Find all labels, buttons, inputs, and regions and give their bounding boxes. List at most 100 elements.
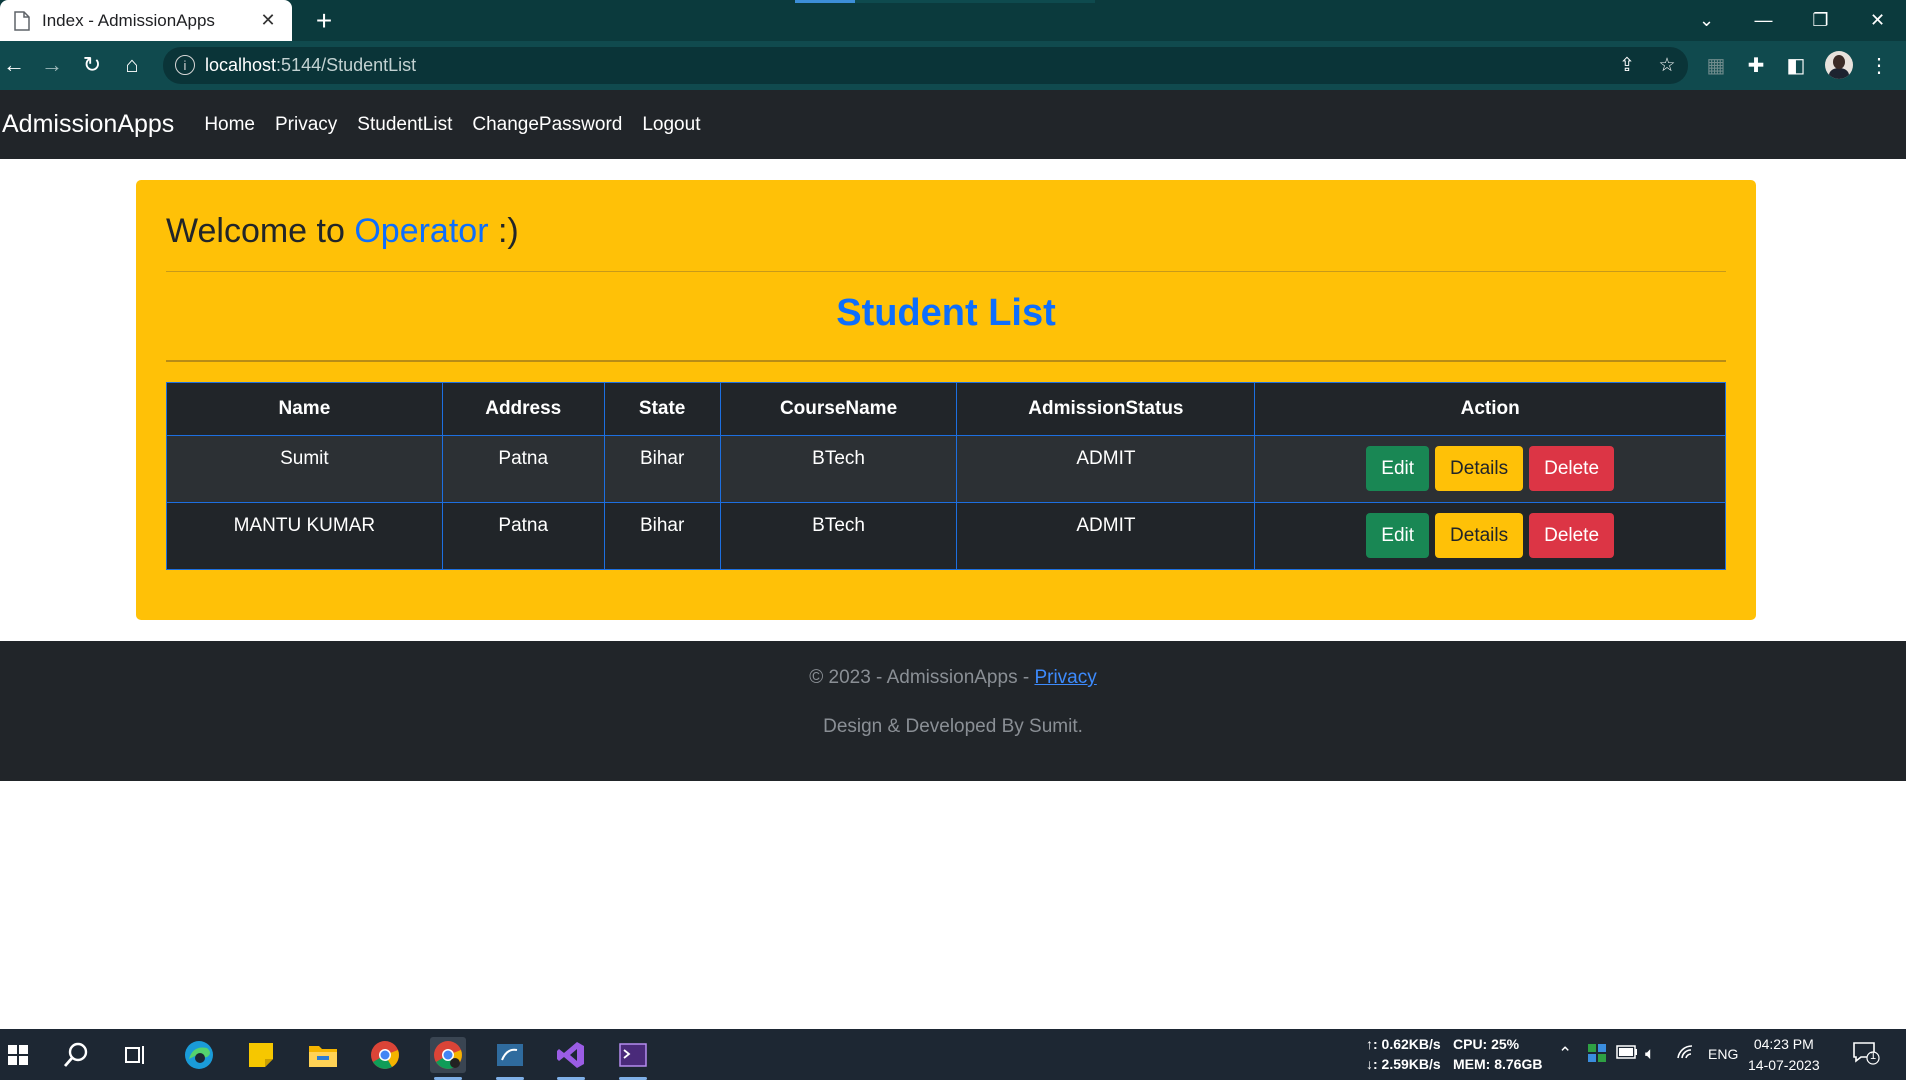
nav-changepassword[interactable]: ChangePassword	[472, 114, 622, 136]
cell-actions: Edit Details Delete	[1254, 435, 1726, 503]
delete-button[interactable]: Delete	[1529, 446, 1615, 491]
cell-course: BTech	[719, 435, 958, 503]
browser-tab[interactable]: Index - AdmissionApps ✕	[0, 0, 292, 41]
reload-icon[interactable]: ↻	[78, 51, 106, 79]
clock-time: 04:23 PM	[1753, 1036, 1814, 1052]
network-speed: ↑: 0.62KB/s ↓: 2.59KB/s	[1366, 1034, 1441, 1074]
page-footer: © 2023 - AdmissionApps - Privacy Design …	[0, 641, 1906, 781]
url-path: :5144/StudentList	[276, 55, 417, 75]
header-action: Action	[1254, 382, 1726, 436]
nav-links: Home Privacy StudentList ChangePassword …	[204, 114, 720, 136]
nav-home[interactable]: Home	[204, 114, 255, 136]
system-stats: CPU: 25% MEM: 8.76GB	[1453, 1034, 1542, 1074]
system-clock[interactable]: 04:23 PM 14-07-2023	[1748, 1034, 1820, 1076]
sql-server-icon[interactable]	[492, 1037, 528, 1080]
nav-studentlist[interactable]: StudentList	[357, 114, 452, 136]
side-panel-icon[interactable]: ◧	[1782, 51, 1810, 79]
cell-status: ADMIT	[956, 435, 1256, 503]
close-icon[interactable]: ✕	[254, 7, 282, 35]
divider	[166, 271, 1726, 272]
cell-status: ADMIT	[956, 502, 1256, 570]
back-icon[interactable]: ←	[0, 51, 28, 79]
sticky-notes-icon[interactable]	[243, 1037, 279, 1073]
cell-name: Sumit	[166, 435, 443, 503]
terminal-icon[interactable]	[615, 1037, 651, 1080]
edit-button[interactable]: Edit	[1366, 513, 1430, 558]
details-button[interactable]: Details	[1435, 446, 1524, 491]
window-close-icon[interactable]: ✕	[1849, 10, 1906, 31]
welcome-prefix: Welcome to	[166, 212, 345, 250]
footer-privacy-link[interactable]: Privacy	[1034, 667, 1096, 688]
table-row: MANTU KUMAR Patna Bihar BTech ADMIT Edit…	[166, 502, 1726, 570]
home-icon[interactable]: ⌂	[118, 51, 146, 79]
edge-icon[interactable]	[181, 1037, 217, 1073]
divider	[166, 360, 1726, 362]
details-button[interactable]: Details	[1435, 513, 1524, 558]
window-controls: ⌄ — ❐ ✕	[1678, 0, 1906, 41]
forward-icon[interactable]: →	[38, 51, 66, 79]
share-icon[interactable]: ⇪	[1615, 54, 1639, 78]
cell-actions: Edit Details Delete	[1254, 502, 1726, 570]
tab-search-icon[interactable]: ⌄	[1678, 10, 1735, 31]
table-header-row: Name Address State CourseName AdmissionS…	[166, 382, 1726, 436]
tab-title: Index - AdmissionApps	[42, 10, 215, 30]
nav-logout[interactable]: Logout	[642, 114, 700, 136]
clock-date: 14-07-2023	[1748, 1057, 1820, 1073]
windows-taskbar: ↑: 0.62KB/s ↓: 2.59KB/s CPU: 25% MEM: 8.…	[0, 1029, 1906, 1080]
visual-studio-icon[interactable]	[553, 1037, 589, 1080]
puzzle-icon[interactable]: ✚	[1742, 51, 1770, 79]
header-admissionstatus: AdmissionStatus	[956, 382, 1256, 436]
bookmark-star-icon[interactable]: ☆	[1655, 54, 1679, 78]
student-list-card: Welcome to Operator :) Student List Name…	[136, 180, 1756, 620]
header-address: Address	[441, 382, 605, 436]
browser-toolbar: ← → ↻ ⌂ i localhost:5144/StudentList ⇪ ☆…	[0, 41, 1906, 90]
file-explorer-icon[interactable]	[305, 1037, 341, 1073]
site-info-icon[interactable]: i	[175, 55, 195, 75]
header-coursename: CourseName	[719, 382, 958, 436]
address-bar[interactable]: i localhost:5144/StudentList ⇪ ☆	[163, 47, 1688, 84]
minimize-icon[interactable]: —	[1735, 10, 1792, 31]
chrome-profile-icon[interactable]	[430, 1037, 466, 1080]
footer-credit: Design & Developed By Sumit.	[823, 716, 1083, 737]
task-view-icon[interactable]	[118, 1037, 154, 1073]
profile-avatar[interactable]	[1825, 51, 1853, 79]
student-table: Name Address State CourseName AdmissionS…	[166, 382, 1726, 570]
restore-icon[interactable]: ❐	[1792, 10, 1849, 31]
cell-address: Patna	[441, 435, 605, 503]
cell-course: BTech	[719, 502, 958, 570]
nav-privacy[interactable]: Privacy	[275, 114, 337, 136]
net-up: ↑: 0.62KB/s	[1366, 1036, 1441, 1052]
notification-icon[interactable]: 1	[1852, 1040, 1880, 1071]
language-indicator[interactable]: ENG	[1708, 1046, 1738, 1062]
chrome-icon[interactable]	[367, 1037, 403, 1073]
url-text[interactable]: localhost:5144/StudentList	[205, 55, 416, 76]
notification-count: 1	[1870, 1050, 1877, 1062]
chevron-up-icon[interactable]: ⌃	[1558, 1044, 1572, 1064]
footer-copyright: © 2023 - AdmissionApps - Privacy	[0, 667, 1906, 689]
battery-icon[interactable]	[1616, 1044, 1638, 1064]
page-title: Student List	[836, 292, 1056, 334]
page-icon	[12, 10, 32, 31]
menu-dots-icon[interactable]: ⋮	[1865, 51, 1893, 79]
header-state: State	[603, 382, 721, 436]
welcome-suffix: :)	[497, 212, 519, 250]
cell-state: Bihar	[603, 435, 721, 503]
delete-button[interactable]: Delete	[1529, 513, 1615, 558]
cell-address: Patna	[441, 502, 605, 570]
extension-icon[interactable]: ▦	[1702, 51, 1730, 79]
brand-link[interactable]: AdmissionApps	[2, 110, 174, 139]
new-tab-icon[interactable]: +	[310, 5, 338, 36]
speaker-icon[interactable]: 🔈︎	[1645, 1044, 1655, 1064]
net-down: ↓: 2.59KB/s	[1366, 1056, 1441, 1072]
browser-tab-bar: Index - AdmissionApps ✕ + ⌄ — ❐ ✕	[0, 0, 1906, 41]
cpu-usage: CPU: 25%	[1453, 1036, 1520, 1052]
table-row: Sumit Patna Bihar BTech ADMIT Edit Detail…	[166, 435, 1726, 503]
copyright-text: © 2023 - AdmissionApps -	[809, 667, 1035, 688]
user-role: Operator	[354, 212, 489, 250]
loading-indicator	[795, 0, 1095, 3]
wifi-icon[interactable]	[1676, 1044, 1696, 1065]
search-icon[interactable]	[58, 1037, 94, 1073]
windows-start-icon[interactable]	[0, 1037, 36, 1073]
app-tray-icon[interactable]	[1588, 1044, 1606, 1067]
edit-button[interactable]: Edit	[1366, 446, 1430, 491]
